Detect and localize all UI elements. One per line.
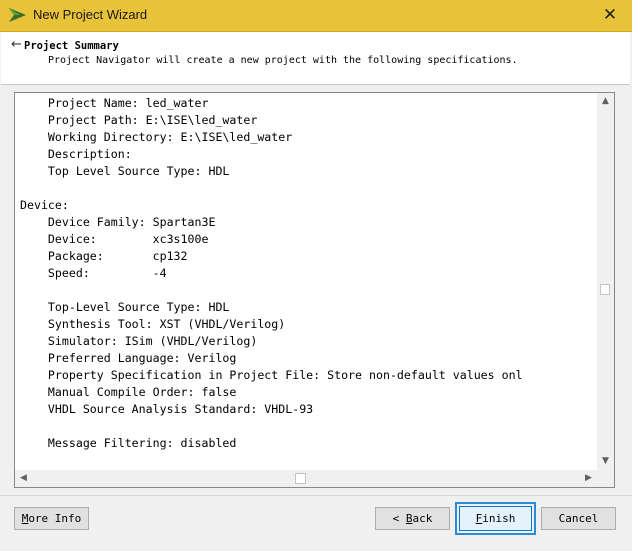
summary-line: Project Path: E:\ISE\led_water	[20, 113, 258, 127]
more-info-button[interactable]: More Info	[14, 507, 89, 530]
summary-line: Manual Compile Order: false	[20, 385, 237, 399]
scroll-right-icon[interactable]: ▶	[580, 470, 597, 487]
summary-line: Description:	[20, 147, 132, 161]
ise-logo-icon	[9, 8, 26, 22]
page-title: Project Summary	[24, 40, 119, 52]
scroll-down-icon[interactable]: ▼	[597, 453, 614, 470]
summary-line: Package: cp132	[20, 249, 188, 263]
summary-line: Project Name: led_water	[20, 96, 209, 110]
scroll-left-icon[interactable]: ◀	[15, 470, 32, 487]
summary-line	[20, 180, 596, 197]
close-icon[interactable]: ✕	[598, 4, 622, 26]
button-bar-divider	[0, 495, 632, 496]
back-prefix: <	[392, 512, 406, 525]
window-title: New Project Wizard	[33, 7, 148, 22]
cancel-button[interactable]: Cancel	[541, 507, 616, 530]
summary-line: Message Filtering: disabled	[20, 436, 237, 450]
summary-line: Device Family: Spartan3E	[20, 215, 216, 229]
vertical-scrollbar[interactable]: ▲ ▼	[597, 93, 614, 470]
back-accel: B	[405, 512, 413, 525]
back-label: ack	[412, 512, 433, 525]
summary-line	[20, 418, 596, 435]
summary-line: Working Directory: E:\ISE\led_water	[20, 130, 293, 144]
horizontal-scroll-thumb[interactable]	[295, 473, 306, 484]
summary-line: Property Specification in Project File: …	[20, 368, 523, 382]
wizard-header: ← Project Summary Project Navigator will…	[1, 32, 630, 85]
summary-line: Top-Level Source Type: HDL	[20, 300, 230, 314]
summary-line: Top Level Source Type: HDL	[20, 164, 230, 178]
summary-line: Device:	[20, 198, 69, 212]
title-bar: New Project Wizard ✕	[0, 0, 632, 32]
summary-line: Preferred Language: Verilog	[20, 351, 237, 365]
back-button[interactable]: < Back	[375, 507, 450, 530]
summary-line	[20, 282, 596, 299]
more-info-label: ore Info	[28, 512, 82, 525]
horizontal-scrollbar[interactable]: ◀ ▶	[15, 470, 597, 487]
summary-line: Simulator: ISim (VHDL/Verilog)	[20, 334, 258, 348]
scroll-up-icon[interactable]: ▲	[597, 93, 614, 110]
finish-label: inish	[482, 512, 516, 525]
summary-line: Synthesis Tool: XST (VHDL/Verilog)	[20, 317, 286, 331]
finish-button[interactable]: Finish	[459, 506, 532, 531]
project-summary-textbox[interactable]: Project Name: led_water Project Path: E:…	[14, 92, 615, 488]
vertical-scroll-thumb[interactable]	[600, 284, 610, 295]
page-subtitle: Project Navigator will create a new proj…	[48, 55, 518, 66]
summary-text: Project Name: led_water Project Path: E:…	[20, 95, 596, 467]
summary-line: Device: xc3s100e	[20, 232, 209, 246]
scrollbar-corner	[597, 470, 614, 487]
summary-line: VHDL Source Analysis Standard: VHDL-93	[20, 402, 314, 416]
back-arrow-icon: ←	[11, 37, 22, 52]
summary-line: Speed: -4	[20, 266, 167, 280]
